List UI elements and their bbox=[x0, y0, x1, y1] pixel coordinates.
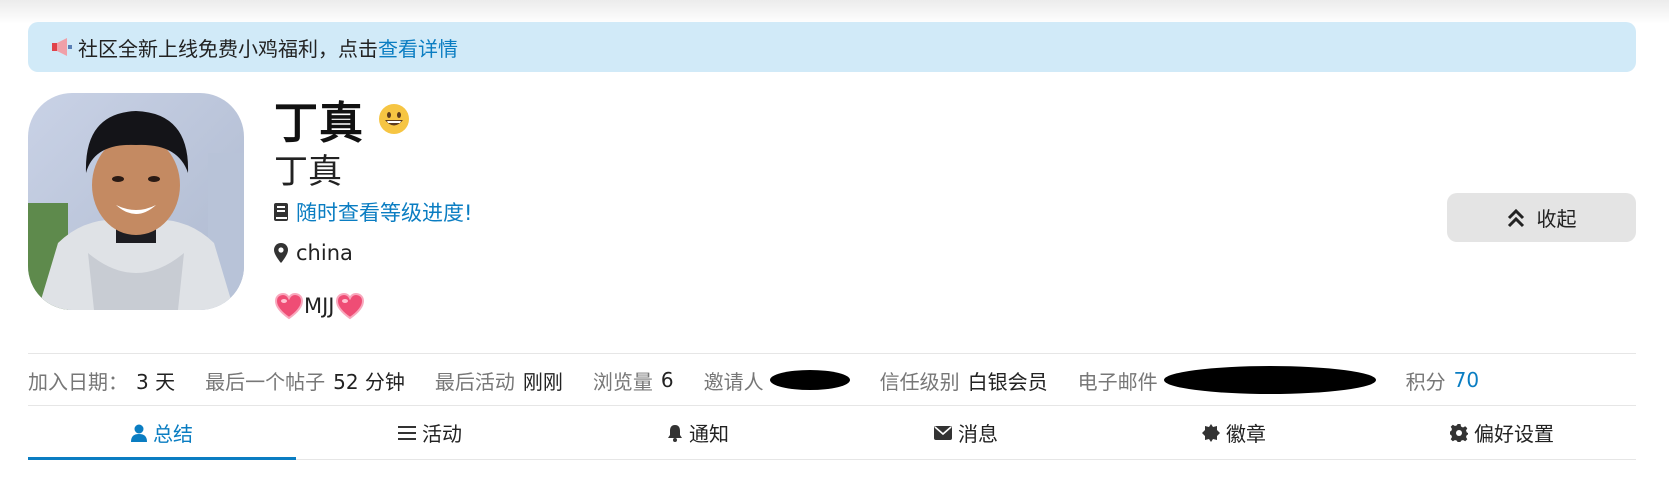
stat-value: 白银会员 bbox=[967, 369, 1048, 394]
level-progress-text: 随时查看等级进度! bbox=[296, 201, 473, 225]
stat-label: 浏览量 bbox=[592, 369, 653, 394]
envelope-icon bbox=[934, 425, 952, 440]
user-stats: 加入日期： 3 天 最后一个帖子 52 分钟 最后活动 刚刚 浏览量 6 邀请人… bbox=[28, 364, 1509, 396]
tab-label: 消息 bbox=[958, 422, 998, 446]
tab-preferences[interactable]: 偏好设置 bbox=[1368, 406, 1636, 459]
stat-label: 积分 bbox=[1405, 369, 1446, 394]
stat-joined: 加入日期： 3 天 bbox=[28, 366, 175, 395]
stat-value[interactable]: 70 bbox=[1454, 368, 1479, 392]
stat-label: 加入日期： bbox=[28, 369, 128, 394]
stat-invited-by: 邀请人 bbox=[704, 366, 850, 395]
bell-icon bbox=[668, 424, 682, 442]
level-progress-link[interactable]: 随时查看等级进度! bbox=[274, 198, 472, 226]
profile-tabs: 总结 活动 通知 消息 徽章 偏好设置 bbox=[28, 406, 1636, 460]
double-chevron-up-icon bbox=[1507, 208, 1524, 227]
profile-bio: MJJ bbox=[274, 290, 365, 322]
user-icon bbox=[131, 424, 147, 442]
list-icon bbox=[398, 425, 416, 440]
stat-value: 6 bbox=[660, 368, 674, 392]
megaphone-icon bbox=[52, 38, 72, 56]
tab-badges[interactable]: 徽章 bbox=[1100, 406, 1368, 459]
stat-last-post: 最后一个帖子 52 分钟 bbox=[205, 366, 405, 395]
stat-email: 电子邮件 bbox=[1078, 366, 1376, 395]
stat-last-activity: 最后活动 刚刚 bbox=[435, 366, 563, 395]
profile-name-row: 丁真 bbox=[274, 92, 410, 149]
tab-summary[interactable]: 总结 bbox=[28, 406, 296, 460]
stat-trust-level: 信任级别 白银会员 bbox=[880, 366, 1048, 395]
stat-views: 浏览量 6 bbox=[593, 366, 674, 395]
sparkling-heart-icon bbox=[274, 292, 304, 320]
stat-value[interactable]: 52 分钟 bbox=[333, 366, 405, 395]
map-pin-icon bbox=[274, 243, 288, 263]
banner-details-link[interactable]: 查看详情 bbox=[378, 33, 458, 62]
stat-label: 邀请人 bbox=[703, 369, 764, 394]
avatar-photo bbox=[28, 93, 244, 310]
tab-messages[interactable]: 消息 bbox=[832, 406, 1100, 459]
announcement-banner: 社区全新上线免费小鸡福利，点击 查看详情 bbox=[28, 22, 1636, 72]
collapse-button[interactable]: 收起 bbox=[1447, 193, 1636, 242]
location-text: china bbox=[296, 241, 353, 265]
tab-label: 通知 bbox=[689, 422, 729, 446]
gear-icon bbox=[1450, 423, 1468, 442]
banner-text: 社区全新上线免费小鸡福利，点击 bbox=[78, 36, 378, 61]
stat-value: 刚刚 bbox=[522, 369, 563, 394]
stat-label: 最后活动 bbox=[434, 369, 515, 394]
profile-name: 丁真 bbox=[274, 98, 364, 149]
stat-value: 3 天 bbox=[136, 369, 176, 394]
top-fade bbox=[0, 0, 1669, 24]
divider bbox=[28, 353, 1636, 354]
tab-label: 偏好设置 bbox=[1474, 422, 1554, 446]
stat-label: 电子邮件 bbox=[1077, 369, 1158, 394]
bio-text: MJJ bbox=[304, 294, 335, 318]
stat-points: 积分 70 bbox=[1406, 366, 1479, 395]
sparkling-heart-icon bbox=[335, 292, 364, 320]
tab-activity[interactable]: 活动 bbox=[296, 406, 564, 459]
profile-username: 丁真 bbox=[274, 152, 342, 192]
tab-notifications[interactable]: 通知 bbox=[564, 406, 832, 459]
stat-label: 最后一个帖子 bbox=[205, 369, 326, 394]
badge-icon bbox=[1202, 423, 1220, 442]
tab-label: 总结 bbox=[153, 422, 193, 446]
stat-label: 信任级别 bbox=[879, 369, 960, 394]
redacted-inviter[interactable] bbox=[769, 370, 850, 390]
redacted-email bbox=[1163, 366, 1376, 394]
avatar[interactable] bbox=[28, 93, 244, 310]
collapse-label: 收起 bbox=[1536, 207, 1577, 231]
profile-location: china bbox=[274, 239, 353, 267]
grinning-face-icon bbox=[379, 104, 409, 134]
tab-label: 徽章 bbox=[1226, 422, 1266, 446]
book-icon bbox=[274, 203, 288, 221]
tab-label: 活动 bbox=[422, 422, 462, 446]
